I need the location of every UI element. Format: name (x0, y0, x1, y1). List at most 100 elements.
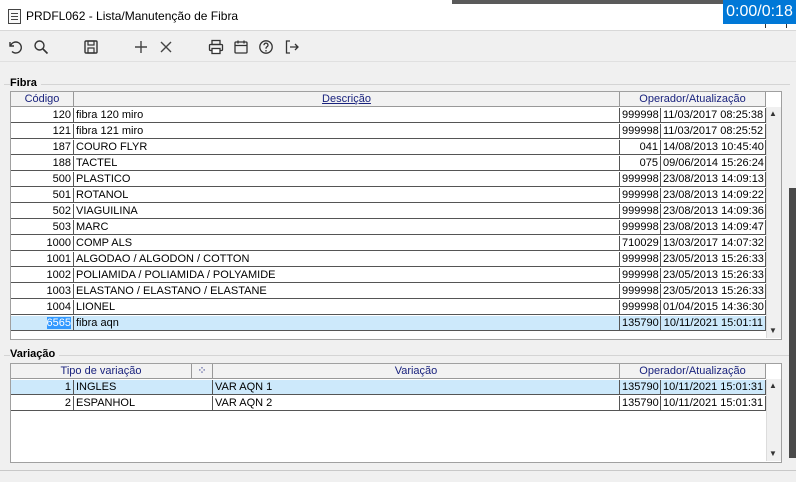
cell-data[interactable]: 10/11/2021 15:01:11 (661, 316, 766, 331)
cell-operador[interactable]: 999998 (620, 220, 661, 235)
scroll-down-icon[interactable]: ▼ (769, 326, 777, 335)
table-row[interactable]: 2 ESPANHOL VAR AQN 2 135790 10/11/2021 15:01… (11, 396, 766, 411)
cell-operador[interactable]: 135790 (620, 396, 661, 411)
cell-data[interactable]: 23/08/2013 14:09:22 (661, 188, 766, 203)
cell-operador[interactable]: 041 (620, 140, 661, 155)
table-row[interactable]: 120 fibra 120 miro 999998 11/03/2017 08:25:… (11, 108, 766, 123)
cell-operador[interactable]: 710029 (620, 236, 661, 251)
print-icon[interactable] (207, 38, 225, 56)
cell-operador[interactable]: 999998 (620, 172, 661, 187)
cell-operador[interactable]: 999998 (620, 268, 661, 283)
close-icon[interactable] (157, 38, 175, 56)
cell-descricao[interactable]: VIAGUILINA (74, 204, 620, 219)
cell-codigo[interactable]: 120 (11, 108, 74, 123)
cell-tipo[interactable]: INGLES (74, 380, 213, 395)
table-row[interactable]: 1001 ALGODAO / ALGODON / COTTON 999998 23/0… (11, 252, 766, 267)
fibra-scrollbar[interactable]: ▲ ▼ (766, 107, 781, 338)
cell-operador[interactable]: 999998 (620, 204, 661, 219)
cell-data[interactable]: 23/05/2013 15:26:33 (661, 252, 766, 267)
cell-descricao[interactable]: COURO FLYR (74, 140, 620, 155)
cell-codigo[interactable]: 121 (11, 124, 74, 139)
cell-descricao[interactable]: fibra 121 miro (74, 124, 620, 139)
col-header-variacao[interactable]: Variação (213, 364, 620, 379)
table-row[interactable]: 1003 ELASTANO / ELASTANO / ELASTANE 999998… (11, 284, 766, 299)
col-header-descricao[interactable]: Descrição (74, 92, 620, 107)
search-icon[interactable] (32, 38, 50, 56)
cell-codigo[interactable]: 1002 (11, 268, 74, 283)
cell-data[interactable]: 23/05/2013 15:26:33 (661, 284, 766, 299)
cell-descricao[interactable]: fibra 120 miro (74, 108, 620, 123)
cell-codigo[interactable]: 1004 (11, 300, 74, 315)
cell-operador[interactable]: 999998 (620, 124, 661, 139)
calendar-icon[interactable] (232, 38, 250, 56)
table-row[interactable]: 121 fibra 121 miro 999998 11/03/2017 08:25:… (11, 124, 766, 139)
cell-data[interactable]: 23/08/2013 14:09:36 (661, 204, 766, 219)
cell-codigo[interactable]: 501 (11, 188, 74, 203)
cell-codigo[interactable]: 188 (11, 156, 74, 171)
cell-num[interactable]: 1 (11, 380, 74, 395)
cell-variacao[interactable]: VAR AQN 1 (213, 380, 620, 395)
cell-data[interactable]: 09/06/2014 15:26:24 (661, 156, 766, 171)
cell-operador[interactable]: 999998 (620, 300, 661, 315)
cell-codigo[interactable]: 500 (11, 172, 74, 187)
col-header-var-operador[interactable]: Operador/Atualização (620, 364, 766, 379)
exit-icon[interactable] (283, 38, 301, 56)
cell-descricao[interactable]: PLASTICO (74, 172, 620, 187)
cell-descricao[interactable]: MARC (74, 220, 620, 235)
cell-operador[interactable]: 999998 (620, 252, 661, 267)
cell-num[interactable]: 2 (11, 396, 74, 411)
table-row[interactable]: 188 TACTEL 075 09/06/2014 15:26:24 (11, 156, 766, 171)
cell-codigo[interactable]: 6565 (11, 316, 74, 331)
table-row[interactable]: 1 INGLES VAR AQN 1 135790 10/11/2021 15:01:3… (11, 380, 766, 395)
cell-data[interactable]: 23/05/2013 15:26:33 (661, 268, 766, 283)
cell-data[interactable]: 01/04/2015 14:36:30 (661, 300, 766, 315)
cell-data[interactable]: 11/03/2017 08:25:38 (661, 108, 766, 123)
col-header-tipo[interactable]: Tipo de variação (11, 364, 192, 379)
cell-descricao[interactable]: LIONEL (74, 300, 620, 315)
cell-data[interactable]: 23/08/2013 14:09:47 (661, 220, 766, 235)
col-header-operador[interactable]: Operador/Atualização (620, 92, 766, 107)
cell-data[interactable]: 11/03/2017 08:25:52 (661, 124, 766, 139)
cell-codigo[interactable]: 502 (11, 204, 74, 219)
cell-operador[interactable]: 135790 (620, 380, 661, 395)
selected-code-text[interactable]: 6565 (46, 317, 71, 329)
cell-operador[interactable]: 999998 (620, 108, 661, 123)
cell-data[interactable]: 10/11/2021 15:01:31 (661, 396, 766, 411)
cell-tipo[interactable]: ESPANHOL (74, 396, 213, 411)
cell-descricao[interactable]: TACTEL (74, 156, 620, 171)
cell-operador[interactable]: 075 (620, 156, 661, 171)
cell-descricao[interactable]: ROTANOL (74, 188, 620, 203)
cell-data[interactable]: 10/11/2021 15:01:31 (661, 380, 766, 395)
table-row[interactable]: 1000 COMP ALS 710029 13/03/2017 14:07:32 (11, 236, 766, 251)
cell-codigo[interactable]: 187 (11, 140, 74, 155)
scroll-up-icon[interactable]: ▲ (769, 109, 777, 118)
help-icon[interactable] (257, 38, 275, 56)
table-row[interactable]: 500 PLASTICO 999998 23/08/2013 14:09:13 (11, 172, 766, 187)
cell-codigo[interactable]: 503 (11, 220, 74, 235)
scroll-up-icon[interactable]: ▲ (769, 381, 777, 390)
add-icon[interactable] (132, 38, 150, 56)
sort-icon[interactable]: ⁘ (192, 364, 213, 379)
table-row[interactable]: 502 VIAGUILINA 999998 23/08/2013 14:09:36 (11, 204, 766, 219)
table-row[interactable]: 187 COURO FLYR 041 14/08/2013 10:45:40 (11, 140, 766, 155)
table-row[interactable]: 1002 POLIAMIDA / POLIAMIDA / POLYAMIDE 999… (11, 268, 766, 283)
save-icon[interactable] (82, 38, 100, 56)
cell-codigo[interactable]: 1003 (11, 284, 74, 299)
cell-descricao[interactable]: fibra aqn (74, 316, 620, 331)
cell-descricao[interactable]: ELASTANO / ELASTANO / ELASTANE (74, 284, 620, 299)
table-row[interactable]: 503 MARC 999998 23/08/2013 14:09:47 (11, 220, 766, 235)
variacao-scrollbar[interactable]: ▲ ▼ (766, 379, 781, 461)
cell-codigo[interactable]: 1000 (11, 236, 74, 251)
cell-data[interactable]: 14/08/2013 10:45:40 (661, 140, 766, 155)
cell-descricao[interactable]: POLIAMIDA / POLIAMIDA / POLYAMIDE (74, 268, 620, 283)
cell-data[interactable]: 23/08/2013 14:09:13 (661, 172, 766, 187)
table-row[interactable]: 6565 fibra aqn 135790 10/11/2021 15:01:11 (11, 316, 766, 331)
cell-operador[interactable]: 999998 (620, 188, 661, 203)
table-row[interactable]: 501 ROTANOL 999998 23/08/2013 14:09:22 (11, 188, 766, 203)
cell-variacao[interactable]: VAR AQN 2 (213, 396, 620, 411)
cell-descricao[interactable]: ALGODAO / ALGODON / COTTON (74, 252, 620, 267)
scroll-down-icon[interactable]: ▼ (769, 449, 777, 458)
cell-operador[interactable]: 999998 (620, 284, 661, 299)
cell-operador[interactable]: 135790 (620, 316, 661, 331)
table-row[interactable]: 1004 LIONEL 999998 01/04/2015 14:36:30 (11, 300, 766, 315)
